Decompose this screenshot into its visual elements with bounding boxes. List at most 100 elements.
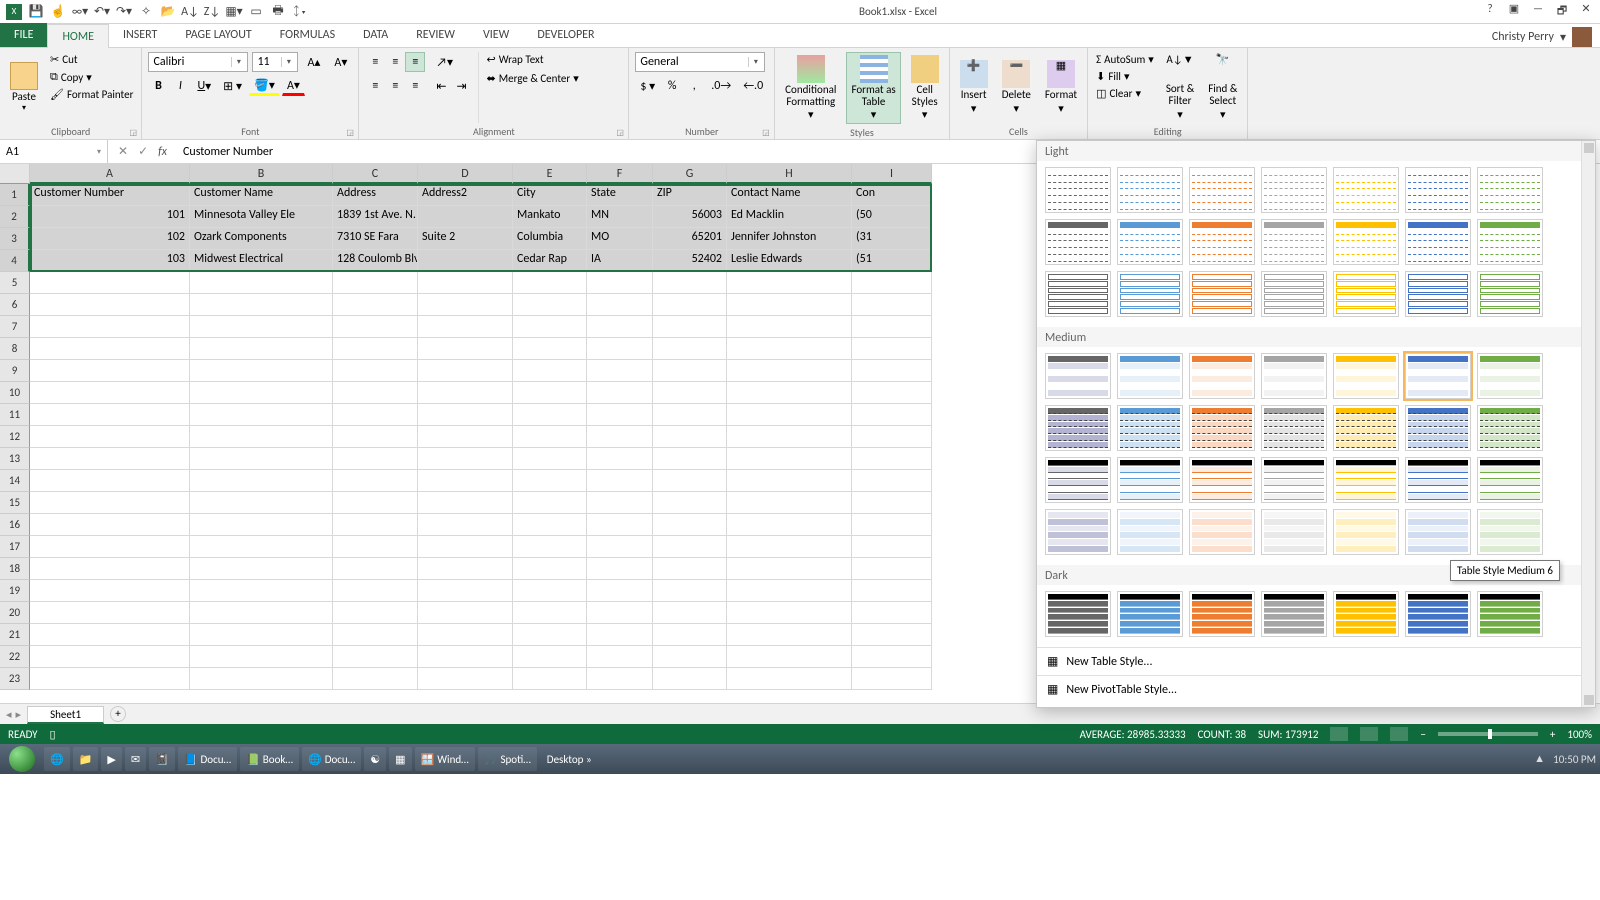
- ribbon-options-icon[interactable]: ▣: [1506, 2, 1522, 21]
- cell[interactable]: [513, 624, 587, 646]
- cell[interactable]: [513, 536, 587, 558]
- table-style-swatch[interactable]: [1405, 591, 1471, 637]
- cell[interactable]: [653, 382, 727, 404]
- cell[interactable]: Ozark Components: [190, 228, 333, 250]
- align-left-icon[interactable]: ≡: [365, 76, 385, 96]
- tab-data[interactable]: DATA: [349, 23, 402, 47]
- remove-dup-icon[interactable]: ▭: [248, 4, 264, 20]
- table-style-swatch[interactable]: [1117, 405, 1183, 451]
- cell[interactable]: [852, 448, 932, 470]
- tab-formulas[interactable]: FORMULAS: [266, 23, 349, 47]
- cell[interactable]: [333, 272, 418, 294]
- align-middle-icon[interactable]: ≡: [385, 52, 405, 72]
- table-style-swatch[interactable]: [1117, 353, 1183, 399]
- cell[interactable]: [727, 360, 852, 382]
- tab-home[interactable]: HOME: [47, 24, 109, 48]
- select-all-corner[interactable]: [0, 164, 30, 184]
- column-header[interactable]: A: [30, 164, 190, 184]
- table-style-swatch[interactable]: [1189, 167, 1255, 213]
- cell[interactable]: [852, 514, 932, 536]
- cell[interactable]: [30, 470, 190, 492]
- row-header[interactable]: 22: [0, 646, 30, 668]
- cell[interactable]: [587, 668, 653, 690]
- cell[interactable]: [513, 558, 587, 580]
- cell[interactable]: [852, 272, 932, 294]
- cell[interactable]: [852, 580, 932, 602]
- save-icon[interactable]: 💾: [28, 4, 44, 20]
- cell[interactable]: [418, 448, 513, 470]
- cell[interactable]: [653, 294, 727, 316]
- row-header[interactable]: 1: [0, 184, 30, 206]
- taskbar-item[interactable]: ✉: [125, 747, 146, 771]
- minimize-icon[interactable]: —: [1530, 2, 1546, 21]
- table-style-swatch[interactable]: [1477, 405, 1543, 451]
- cell[interactable]: [727, 404, 852, 426]
- cell[interactable]: [653, 404, 727, 426]
- table-style-swatch[interactable]: [1045, 271, 1111, 317]
- row-header[interactable]: 6: [0, 294, 30, 316]
- row-header[interactable]: 19: [0, 580, 30, 602]
- cell[interactable]: [418, 250, 513, 272]
- tab-insert[interactable]: INSERT: [109, 23, 171, 47]
- font-name-combo[interactable]: ▾: [148, 52, 248, 72]
- row-header[interactable]: 23: [0, 668, 30, 690]
- cell[interactable]: [190, 316, 333, 338]
- decrease-font-icon[interactable]: A▾: [329, 52, 352, 72]
- cell[interactable]: [418, 360, 513, 382]
- table-style-swatch[interactable]: [1189, 457, 1255, 503]
- cell[interactable]: [653, 602, 727, 624]
- taskbar-item[interactable]: 🌐Docu…: [302, 747, 361, 771]
- align-right-icon[interactable]: ≡: [405, 76, 425, 96]
- cell[interactable]: [587, 360, 653, 382]
- cell[interactable]: [727, 492, 852, 514]
- cell[interactable]: Address: [333, 184, 418, 206]
- cell[interactable]: [30, 624, 190, 646]
- taskbar-item[interactable]: 📗Book…: [240, 747, 299, 771]
- cut-button[interactable]: ✂Cut: [48, 52, 135, 67]
- cell[interactable]: [513, 580, 587, 602]
- cell[interactable]: 1839 1st Ave. N.: [333, 206, 418, 228]
- page-break-view-icon[interactable]: [1390, 727, 1408, 741]
- taskbar-item[interactable]: 📁: [73, 747, 99, 771]
- new-pivottable-style-button[interactable]: ▦New PivotTable Style...: [1037, 675, 1581, 703]
- sheet-tab-sheet1[interactable]: Sheet1: [27, 706, 104, 724]
- enter-formula-icon[interactable]: ✓: [138, 144, 148, 159]
- sort-asc-icon[interactable]: A↓: [182, 4, 198, 20]
- cell[interactable]: [653, 558, 727, 580]
- table-style-swatch[interactable]: [1333, 591, 1399, 637]
- cell[interactable]: [727, 668, 852, 690]
- table-style-swatch[interactable]: [1045, 219, 1111, 265]
- open-icon[interactable]: 📂: [160, 4, 176, 20]
- cell[interactable]: [190, 646, 333, 668]
- cell[interactable]: 56003: [653, 206, 727, 228]
- wrap-text-button[interactable]: ↩Wrap Text: [485, 52, 581, 67]
- column-header[interactable]: F: [587, 164, 653, 184]
- cell[interactable]: [653, 580, 727, 602]
- cell[interactable]: [190, 338, 333, 360]
- cell[interactable]: [653, 360, 727, 382]
- cell[interactable]: [587, 404, 653, 426]
- cell[interactable]: [418, 404, 513, 426]
- column-header[interactable]: D: [418, 164, 513, 184]
- cell[interactable]: [587, 272, 653, 294]
- cell[interactable]: (51: [852, 250, 932, 272]
- cell[interactable]: [852, 536, 932, 558]
- cell[interactable]: Mankato: [513, 206, 587, 228]
- cell[interactable]: Columbia: [513, 228, 587, 250]
- format-as-table-button[interactable]: Format as Table▾: [846, 52, 900, 124]
- decrease-indent-icon[interactable]: ⇤: [431, 76, 451, 96]
- table-style-swatch[interactable]: [1261, 457, 1327, 503]
- cell[interactable]: [587, 536, 653, 558]
- cell[interactable]: [190, 448, 333, 470]
- cell[interactable]: [727, 602, 852, 624]
- table-style-swatch[interactable]: [1261, 353, 1327, 399]
- tab-developer[interactable]: DEVELOPER: [523, 23, 608, 47]
- table-style-swatch[interactable]: [1477, 353, 1543, 399]
- cell[interactable]: 7310 SE Fara: [333, 228, 418, 250]
- cell[interactable]: [587, 646, 653, 668]
- table-style-swatch[interactable]: [1189, 405, 1255, 451]
- fill-button[interactable]: ⬇Fill ▾: [1094, 69, 1156, 84]
- table-style-swatch[interactable]: [1333, 167, 1399, 213]
- cell[interactable]: [727, 448, 852, 470]
- cell[interactable]: [418, 558, 513, 580]
